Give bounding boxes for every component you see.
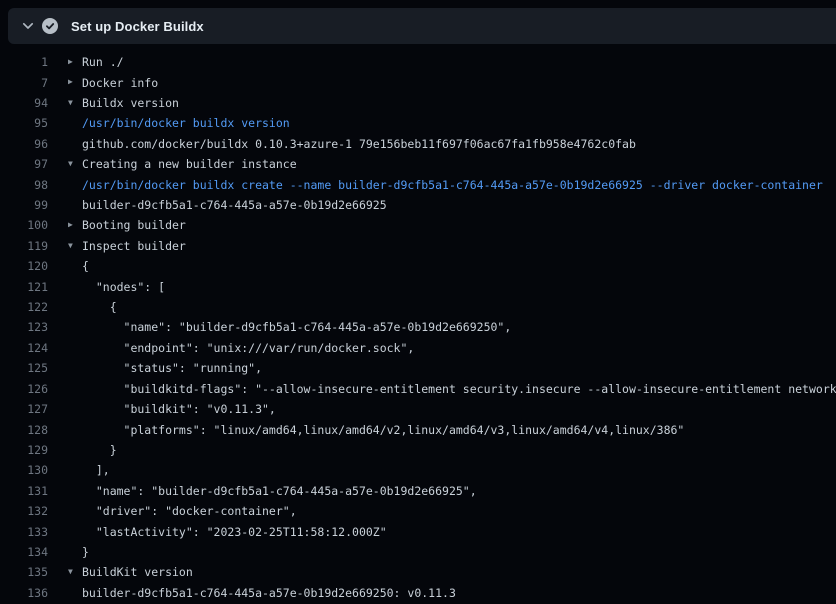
line-number[interactable]: 121 — [0, 280, 48, 294]
log-pane[interactable]: 1▶Run ./7▶Docker info94▼Buildx version95… — [0, 52, 836, 604]
group-label[interactable]: Inspect builder — [82, 239, 186, 253]
line-number[interactable]: 98 — [0, 178, 48, 192]
log-text: "buildkitd-flags": "--allow-insecure-ent… — [82, 382, 836, 396]
log-row: 97 ▼Creating a new builder instance — [0, 154, 836, 174]
line-number[interactable]: 133 — [0, 525, 48, 539]
log-row: 132 "driver": "docker-container", — [0, 501, 836, 521]
log-text: /usr/bin/docker buildx version — [82, 116, 290, 130]
line-number[interactable]: 122 — [0, 300, 48, 314]
log-text: { — [82, 259, 89, 273]
log-row: 128 "platforms": "linux/amd64,linux/amd6… — [0, 419, 836, 439]
chevron-expanded-icon[interactable]: ▼ — [68, 236, 82, 256]
step-header[interactable]: Set up Docker Buildx — [8, 8, 836, 44]
line-number[interactable]: 132 — [0, 504, 48, 518]
line-number[interactable]: 130 — [0, 463, 48, 477]
log-row: 1 ▶Run ./ — [0, 52, 836, 72]
group-label[interactable]: Docker info — [82, 76, 158, 90]
line-number[interactable]: 129 — [0, 443, 48, 457]
log-text: "endpoint": "unix:///var/run/docker.sock… — [82, 341, 414, 355]
line-number[interactable]: 134 — [0, 545, 48, 559]
chevron-collapsed-icon[interactable]: ▶ — [68, 215, 82, 235]
log-row: 127 "buildkit": "v0.11.3", — [0, 399, 836, 419]
line-number[interactable]: 96 — [0, 137, 48, 151]
log-text: "nodes": [ — [82, 280, 165, 294]
chevron-collapsed-icon[interactable]: ▶ — [68, 52, 82, 72]
group-label[interactable]: Run ./ — [82, 55, 124, 69]
log-row: 122 { — [0, 297, 836, 317]
line-number[interactable]: 123 — [0, 320, 48, 334]
log-row: 96 github.com/docker/buildx 0.10.3+azure-… — [0, 134, 836, 154]
log-row: 99 builder-d9cfb5a1-c764-445a-a57e-0b19d2… — [0, 195, 836, 215]
chevron-expanded-icon[interactable]: ▼ — [68, 93, 82, 113]
chevron-expanded-icon[interactable]: ▼ — [68, 154, 82, 174]
line-number[interactable]: 136 — [0, 586, 48, 600]
log-text: github.com/docker/buildx 0.10.3+azure-1 … — [82, 137, 636, 151]
line-number[interactable]: 1 — [0, 55, 48, 69]
actions-log-viewer: Set up Docker Buildx 1▶Run ./7▶Docker in… — [0, 0, 836, 604]
log-text: "driver": "docker-container", — [82, 504, 297, 518]
line-number[interactable]: 128 — [0, 423, 48, 437]
log-row: 126 "buildkitd-flags": "--allow-insecure… — [0, 379, 836, 399]
log-text: } — [82, 545, 89, 559]
log-text: "name": "builder-d9cfb5a1-c764-445a-a57e… — [82, 484, 477, 498]
log-row: 100 ▶Booting builder — [0, 215, 836, 235]
log-row: 95/usr/bin/docker buildx version — [0, 113, 836, 133]
chevron-expanded-icon[interactable]: ▼ — [68, 562, 82, 582]
line-number[interactable]: 124 — [0, 341, 48, 355]
line-number[interactable]: 95 — [0, 116, 48, 130]
log-row: 123 "name": "builder-d9cfb5a1-c764-445a-… — [0, 317, 836, 337]
log-row: 125 "status": "running", — [0, 358, 836, 378]
log-text: builder-d9cfb5a1-c764-445a-a57e-0b19d2e6… — [82, 198, 387, 212]
log-row: 124 "endpoint": "unix:///var/run/docker.… — [0, 338, 836, 358]
line-number[interactable]: 135 — [0, 565, 48, 579]
step-title: Set up Docker Buildx — [71, 19, 204, 34]
group-label[interactable]: Creating a new builder instance — [82, 157, 297, 171]
log-row: 119 ▼Inspect builder — [0, 236, 836, 256]
log-text: { — [82, 300, 117, 314]
log-text: } — [82, 443, 117, 457]
line-number[interactable]: 120 — [0, 259, 48, 273]
log-row: 129 } — [0, 440, 836, 460]
group-label[interactable]: Buildx version — [82, 96, 179, 110]
line-number[interactable]: 131 — [0, 484, 48, 498]
log-text: "buildkit": "v0.11.3", — [82, 402, 276, 416]
line-number[interactable]: 7 — [0, 76, 48, 90]
line-number[interactable]: 94 — [0, 96, 48, 110]
log-row: 133 "lastActivity": "2023-02-25T11:58:12… — [0, 521, 836, 541]
log-row: 135 ▼BuildKit version — [0, 562, 836, 582]
log-row: 130 ], — [0, 460, 836, 480]
group-label[interactable]: BuildKit version — [82, 565, 193, 579]
log-row: 136 builder-d9cfb5a1-c764-445a-a57e-0b19d… — [0, 583, 836, 603]
log-row: 98/usr/bin/docker buildx create --name b… — [0, 174, 836, 194]
chevron-collapsed-icon[interactable]: ▶ — [68, 72, 82, 92]
line-number[interactable]: 127 — [0, 402, 48, 416]
log-text: ], — [82, 463, 110, 477]
line-number[interactable]: 99 — [0, 198, 48, 212]
log-text: "lastActivity": "2023-02-25T11:58:12.000… — [82, 525, 387, 539]
log-row: 7 ▶Docker info — [0, 72, 836, 92]
log-row: 131 "name": "builder-d9cfb5a1-c764-445a-… — [0, 481, 836, 501]
log-text: /usr/bin/docker buildx create --name bui… — [82, 178, 823, 192]
log-row: 121 "nodes": [ — [0, 276, 836, 296]
log-text: "platforms": "linux/amd64,linux/amd64/v2… — [82, 423, 684, 437]
log-text: "status": "running", — [82, 361, 262, 375]
log-text: builder-d9cfb5a1-c764-445a-a57e-0b19d2e6… — [82, 586, 456, 600]
check-circle-icon — [42, 18, 58, 34]
line-number[interactable]: 97 — [0, 157, 48, 171]
line-number[interactable]: 119 — [0, 239, 48, 253]
line-number[interactable]: 100 — [0, 218, 48, 232]
line-number[interactable]: 126 — [0, 382, 48, 396]
log-row: 120 { — [0, 256, 836, 276]
log-text: "name": "builder-d9cfb5a1-c764-445a-a57e… — [82, 320, 511, 334]
chevron-down-icon[interactable] — [20, 18, 36, 34]
log-row: 134} — [0, 542, 836, 562]
log-row: 94 ▼Buildx version — [0, 93, 836, 113]
group-label[interactable]: Booting builder — [82, 218, 186, 232]
line-number[interactable]: 125 — [0, 361, 48, 375]
